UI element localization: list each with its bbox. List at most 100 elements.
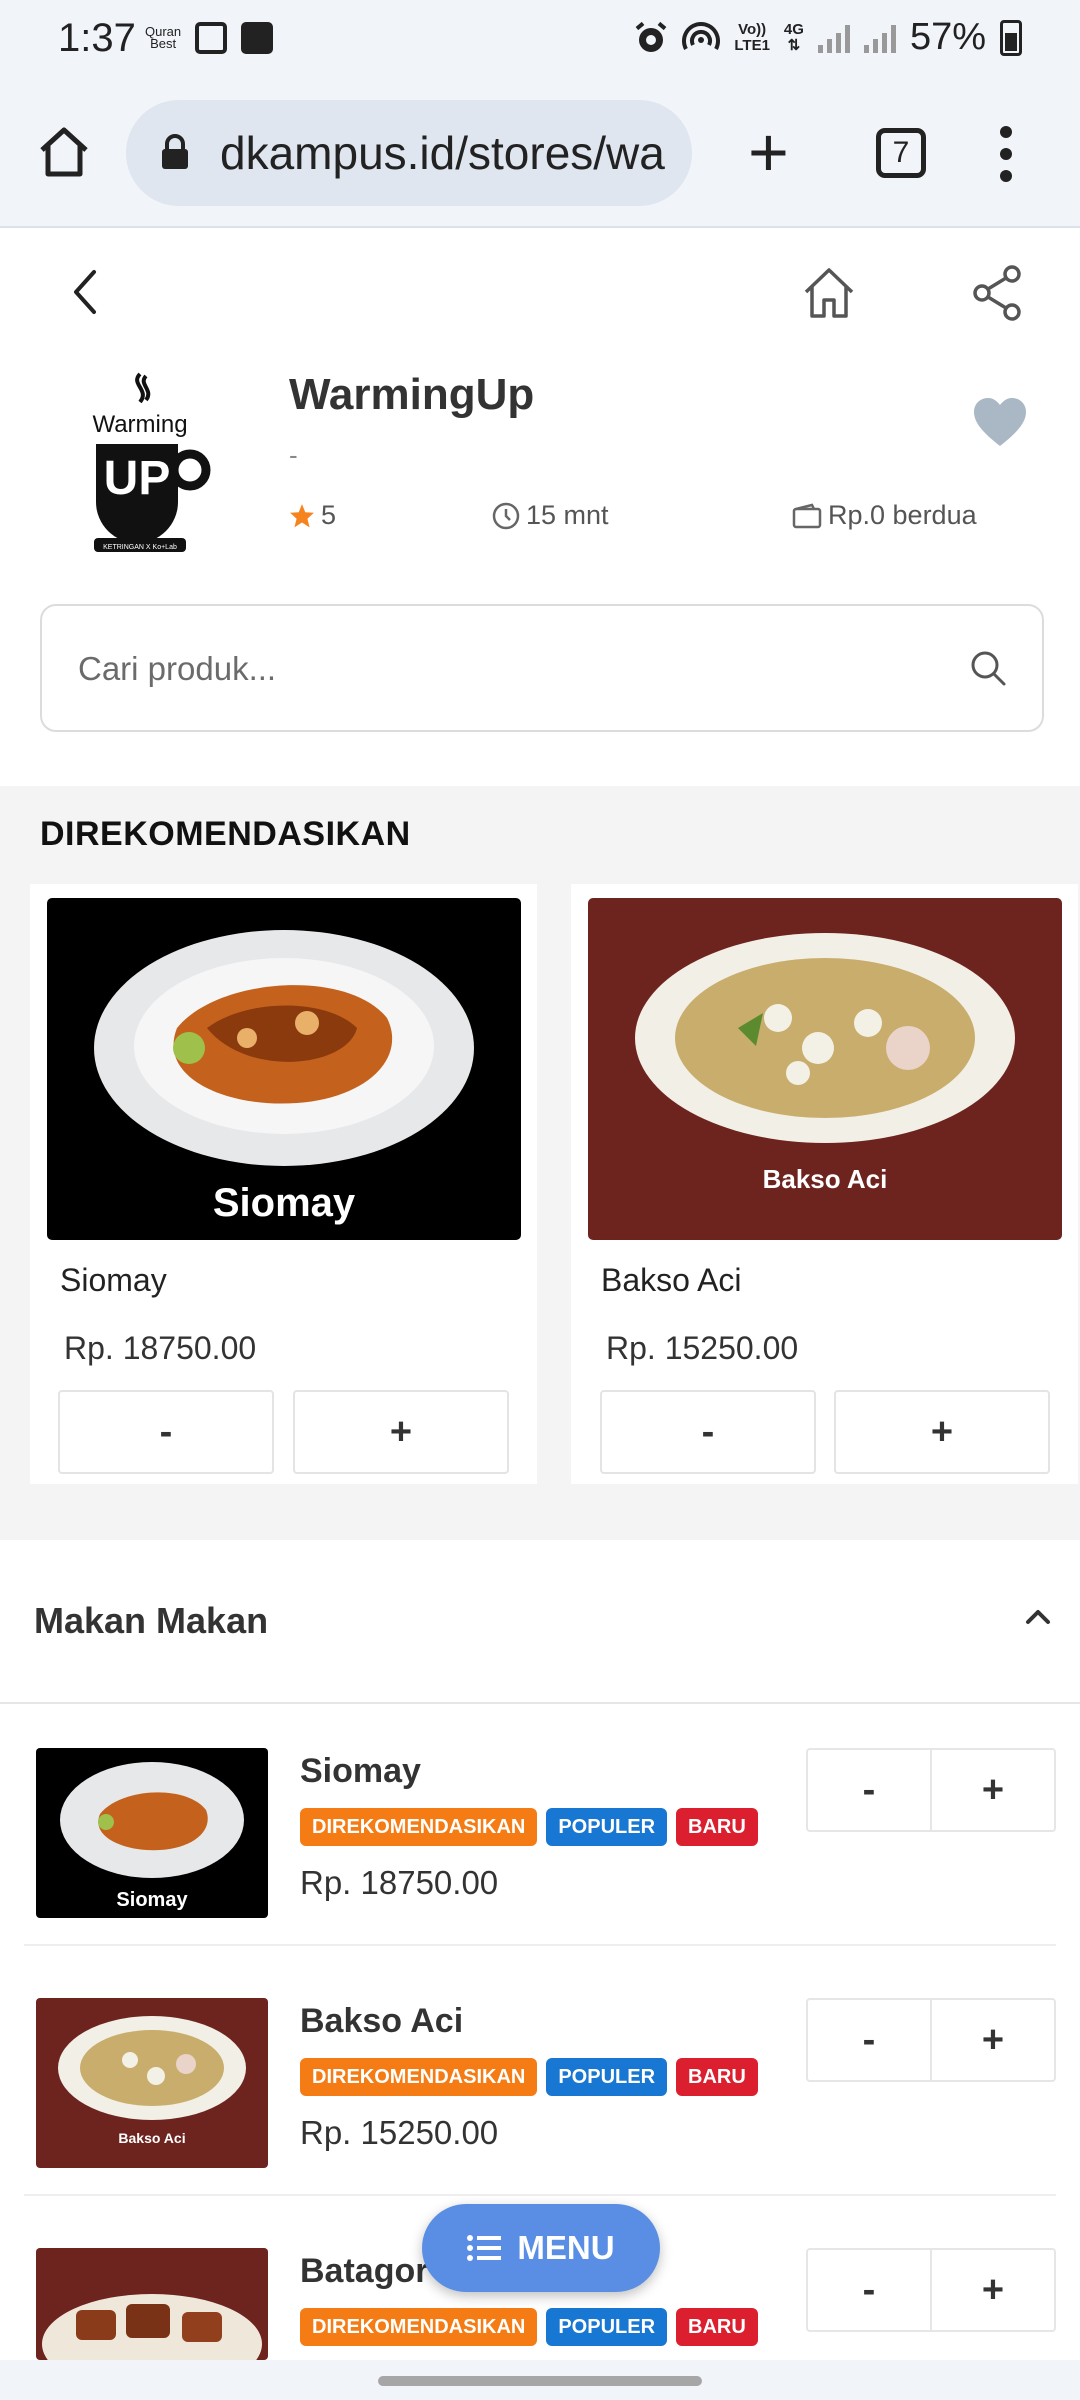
decrease-button[interactable]: - xyxy=(58,1390,274,1474)
chevron-up-icon[interactable] xyxy=(1022,1604,1054,1628)
status-icons-left: Quran Best xyxy=(145,22,274,54)
tag-recommended: DIREKOMENDASIKAN xyxy=(300,2058,538,2096)
store-logo: Warming UP KETRINGAN X Ko+Lab xyxy=(60,370,220,560)
clock-icon xyxy=(492,502,520,529)
more-vert-icon[interactable] xyxy=(996,126,1016,182)
product-price: Rp. 18750.00 xyxy=(64,1330,257,1366)
delivery-time: 15 mnt xyxy=(492,500,609,531)
gallery-icon xyxy=(195,22,228,54)
battery-icon xyxy=(1000,19,1022,56)
image-caption: Siomay xyxy=(116,1889,188,1911)
divider xyxy=(24,1944,1056,1946)
product-image[interactable]: Bakso Aci xyxy=(588,898,1062,1240)
store-name: WarmingUp xyxy=(289,370,535,419)
siomay-image: Siomay xyxy=(94,930,474,1225)
delivery-fee-value: Rp.0 berdua xyxy=(828,500,977,530)
new-tab-icon[interactable]: + xyxy=(748,117,789,187)
delivery-fee: Rp.0 berdua xyxy=(792,500,977,531)
recommended-title: DIREKOMENDASIKAN xyxy=(40,815,411,853)
increase-button[interactable]: + xyxy=(834,1390,1050,1474)
product-thumbnail[interactable]: Bakso Aci xyxy=(36,1998,268,2168)
bakso-aci-image: Bakso Aci xyxy=(635,933,1015,1194)
product-price: Rp. 18750.00 xyxy=(300,1864,499,1901)
image-caption: Bakso Aci xyxy=(763,1164,888,1194)
list-icon xyxy=(467,2235,502,2261)
product-tags: DIREKOMENDASIKAN POPULER BARU xyxy=(300,2308,758,2346)
volte-icon: Vo)) LTE1 xyxy=(734,20,770,54)
menu-label: MENU xyxy=(517,2229,615,2266)
logo-text-top: Warming xyxy=(92,411,187,438)
product-name: Bakso Aci xyxy=(300,2002,464,2040)
home-icon[interactable] xyxy=(34,122,94,182)
quantity-stepper[interactable]: - + xyxy=(806,2248,1056,2332)
search-icon[interactable] xyxy=(968,648,1008,688)
tabs-icon[interactable]: 7 xyxy=(876,128,926,178)
product-thumbnail[interactable]: Siomay xyxy=(36,1748,268,1918)
product-image[interactable]: Siomay xyxy=(47,898,521,1240)
siomay-thumbnail: Siomay xyxy=(60,1762,244,1911)
bakso-aci-thumbnail: Bakso Aci xyxy=(58,2016,246,2146)
hotspot-icon xyxy=(682,21,721,50)
quantity-stepper[interactable]: - + xyxy=(806,1748,1056,1832)
decrease-button[interactable]: - xyxy=(808,2000,930,2080)
storage-icon xyxy=(241,22,274,54)
tag-recommended: DIREKOMENDASIKAN xyxy=(300,2308,538,2346)
search-input[interactable] xyxy=(78,644,918,694)
best-label: Best xyxy=(150,36,177,51)
product-name: Siomay xyxy=(300,1752,421,1790)
tag-popular: POPULER xyxy=(546,2308,668,2346)
logo-caption: KETRINGAN X Ko+Lab xyxy=(103,544,177,551)
volte-top: Vo)) xyxy=(738,20,767,38)
tag-new: BARU xyxy=(676,2058,758,2096)
tag-popular: POPULER xyxy=(546,1808,668,1846)
rating-value: 5 xyxy=(321,500,337,530)
product-name: Bakso Aci xyxy=(601,1262,742,1298)
back-arrow-icon[interactable] xyxy=(60,262,110,322)
product-thumbnail[interactable] xyxy=(36,2248,268,2360)
product-name: Siomay xyxy=(60,1262,167,1298)
product-tags: DIREKOMENDASIKAN POPULER BARU xyxy=(300,2058,758,2096)
gesture-handle[interactable] xyxy=(378,2376,702,2386)
quran-app-icon: Quran Best xyxy=(145,25,181,51)
menu-button[interactable]: MENU xyxy=(422,2204,660,2292)
status-icons-right: Vo)) LTE1 4G ⇅ 57% xyxy=(634,16,1022,59)
tag-recommended: DIREKOMENDASIKAN xyxy=(300,1808,538,1846)
store-rating: 5 xyxy=(289,500,336,531)
signal-icon xyxy=(817,23,850,53)
url-text[interactable]: dkampus.id/stores/wa xyxy=(220,126,672,180)
wallet-icon xyxy=(792,503,822,528)
product-price: Rp. 15250.00 xyxy=(606,1330,799,1366)
status-time: 1:37 xyxy=(58,16,136,60)
decrease-button[interactable]: - xyxy=(808,2250,930,2330)
lock-icon xyxy=(162,134,188,169)
data-arrows-icon: ⇅ xyxy=(787,36,801,54)
category-title[interactable]: Makan Makan xyxy=(34,1600,268,1642)
quantity-stepper[interactable]: - + xyxy=(806,1998,1056,2082)
increase-button[interactable]: + xyxy=(293,1390,509,1474)
decrease-button[interactable]: - xyxy=(600,1390,816,1474)
delivery-time-value: 15 mnt xyxy=(526,500,609,530)
network-label: 4G xyxy=(783,20,804,38)
network-type: 4G ⇅ xyxy=(783,20,804,54)
decrease-button[interactable]: - xyxy=(808,1750,930,1830)
home-icon[interactable] xyxy=(800,264,858,322)
increase-button[interactable]: + xyxy=(932,1750,1054,1830)
increase-button[interactable]: + xyxy=(932,2250,1054,2330)
star-icon xyxy=(290,503,314,527)
divider xyxy=(0,1702,1080,1704)
signal-icon xyxy=(863,23,896,53)
battery-percent: 57% xyxy=(909,16,986,58)
tag-new: BARU xyxy=(676,2308,758,2346)
increase-button[interactable]: + xyxy=(932,2000,1054,2080)
image-caption: Siomay xyxy=(213,1181,356,1225)
product-name: Batagor xyxy=(300,2252,429,2290)
share-icon[interactable] xyxy=(970,264,1024,322)
product-price: Rp. 15250.00 xyxy=(300,2114,499,2151)
product-tags: DIREKOMENDASIKAN POPULER BARU xyxy=(300,1808,758,1846)
alarm-icon xyxy=(636,21,667,52)
logo-text-big: UP xyxy=(104,452,171,505)
heart-icon[interactable] xyxy=(972,396,1028,450)
tag-new: BARU xyxy=(676,1808,758,1846)
batagor-thumbnail xyxy=(36,2248,268,2360)
logo-graphic: Warming UP KETRINGAN X Ko+Lab xyxy=(92,372,211,552)
